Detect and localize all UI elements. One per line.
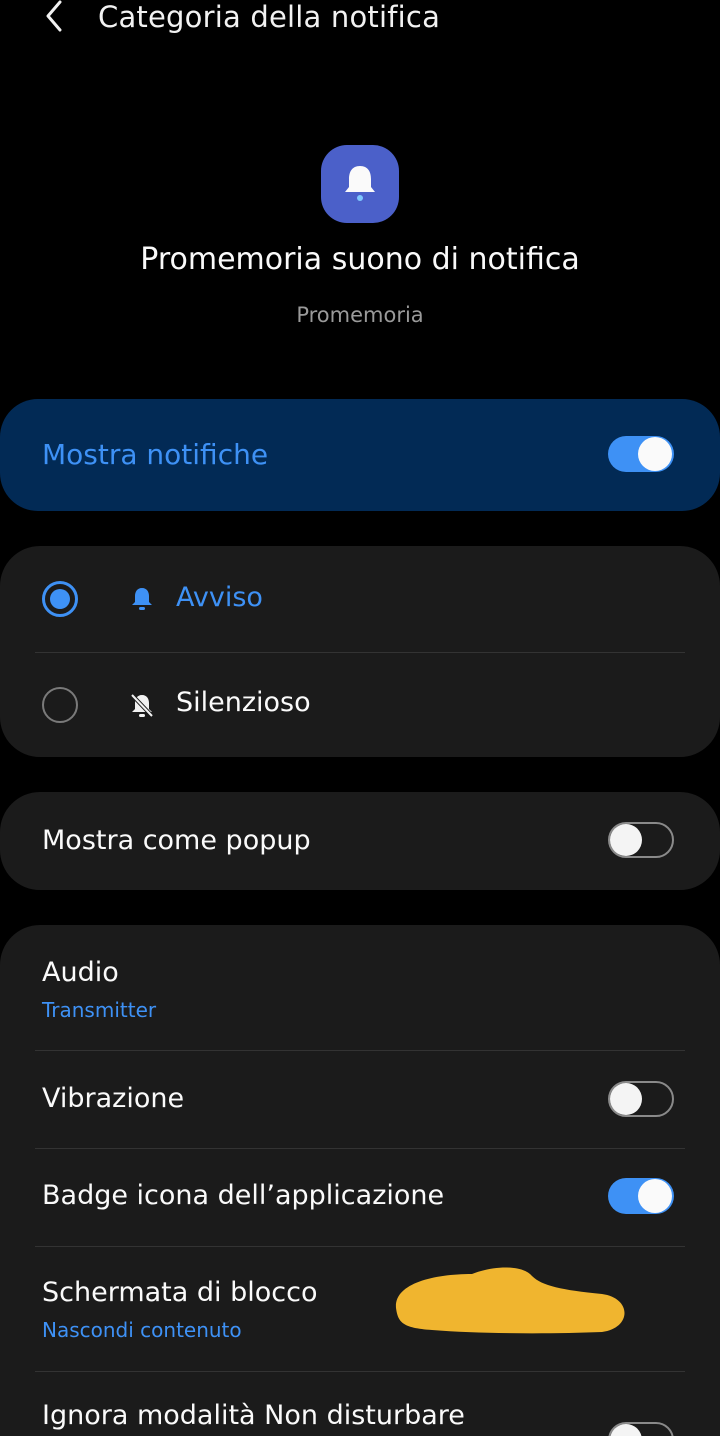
vibration-label: Vibrazione	[42, 1083, 185, 1114]
show-as-popup-label: Mostra come popup	[42, 825, 311, 856]
ignore-dnd-label: Ignora modalità Non disturbare	[42, 1400, 465, 1431]
settings-list-card: Audio Transmitter Vibrazione Badge icona…	[0, 925, 720, 1436]
app-icon-badge-row[interactable]: Badge icona dell’applicazione	[0, 1149, 720, 1246]
channel-title: Promemoria suono di notifica	[140, 242, 580, 277]
ignore-dnd-row[interactable]: Ignora modalità Non disturbare	[0, 1372, 720, 1436]
lock-screen-label: Schermata di blocco	[42, 1277, 318, 1308]
audio-label: Audio	[42, 957, 119, 988]
alert-mode-card: Avviso Silenzioso	[0, 546, 720, 757]
show-notifications-toggle[interactable]	[608, 436, 674, 472]
back-button[interactable]	[36, 0, 72, 36]
alert-label: Avviso	[176, 582, 263, 613]
app-icon-badge-toggle[interactable]	[608, 1178, 674, 1214]
silent-radio[interactable]	[42, 687, 78, 723]
top-app-bar: Categoria della notifica	[0, 0, 720, 40]
lock-screen-value: Nascondi contenuto	[42, 1318, 242, 1342]
bell-icon	[128, 585, 156, 613]
audio-value: Transmitter	[42, 998, 157, 1022]
vibration-row[interactable]: Vibrazione	[0, 1051, 720, 1148]
alert-radio[interactable]	[42, 581, 78, 617]
chevron-left-icon	[43, 0, 65, 36]
show-notifications-card[interactable]: Mostra notifiche	[0, 399, 720, 511]
silent-label: Silenzioso	[176, 687, 311, 718]
channel-icon	[321, 145, 399, 223]
show-as-popup-row[interactable]: Mostra come popup	[0, 792, 720, 890]
ignore-dnd-toggle[interactable]	[608, 1422, 674, 1436]
show-as-popup-toggle[interactable]	[608, 822, 674, 858]
redaction-mark	[395, 1267, 625, 1334]
silent-option-row[interactable]: Silenzioso	[0, 653, 720, 757]
vibration-toggle[interactable]	[608, 1081, 674, 1117]
app-icon-badge-label: Badge icona dell’applicazione	[42, 1180, 445, 1211]
app-name: Promemoria	[296, 303, 424, 327]
show-notifications-label: Mostra notifiche	[42, 438, 269, 471]
bell-off-icon	[128, 691, 156, 719]
bell-icon	[338, 160, 382, 208]
page-title: Categoria della notifica	[98, 0, 441, 34]
audio-row[interactable]: Audio Transmitter	[0, 925, 720, 1050]
alert-option-row[interactable]: Avviso	[0, 546, 720, 652]
